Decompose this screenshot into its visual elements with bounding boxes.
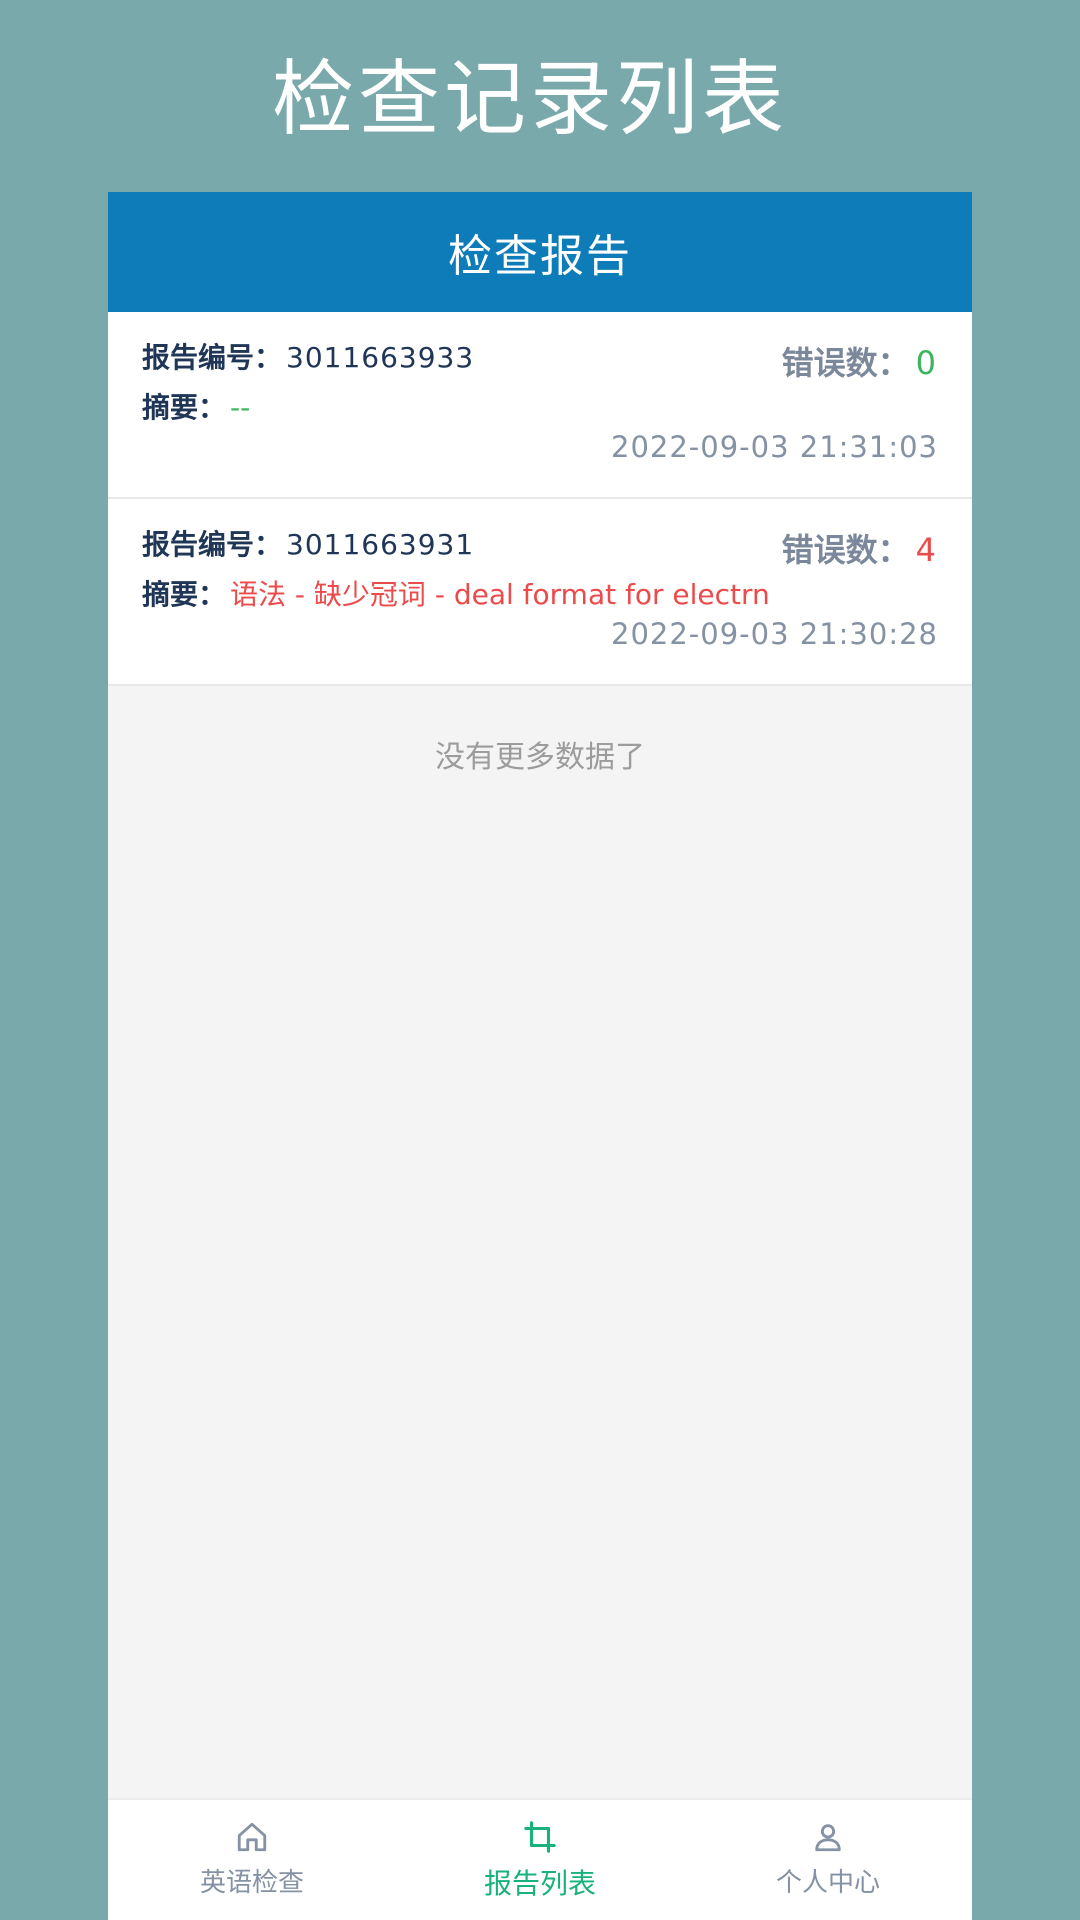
tab-personal-center[interactable]: 个人中心 — [684, 1800, 972, 1920]
report-timestamp: 2022-09-03 21:30:28 — [611, 617, 938, 651]
report-number-label: 报告编号： — [142, 341, 283, 374]
error-count-value: 0 — [915, 344, 936, 382]
tab-report-list[interactable]: 报告列表 — [396, 1800, 684, 1920]
summary-row: 摘要： 语法 - 缺少冠词 - deal format for electrn — [142, 573, 922, 613]
tab-label: 个人中心 — [775, 1868, 880, 1898]
user-icon — [815, 1824, 841, 1852]
summary-label: 摘要： — [142, 578, 227, 611]
error-count-label: 错误数： — [781, 344, 910, 382]
page-title: 检查记录列表 — [271, 52, 788, 147]
tab-english-check[interactable]: 英语检查 — [108, 1800, 396, 1920]
tab-label: 报告列表 — [483, 1867, 596, 1900]
report-number-label: 报告编号： — [142, 528, 283, 561]
summary-value: -- — [230, 391, 251, 424]
tab-bar: 英语检查 报告列表 个人中心 — [108, 1798, 972, 1920]
report-number-value: 3011663933 — [286, 341, 475, 374]
report-number-row: 报告编号： 3011663933 — [142, 336, 474, 376]
error-count: 错误数： 0 — [782, 338, 936, 384]
report-item[interactable]: 报告编号： 3011663931 错误数： 4 摘要： 语法 - 缺少冠词 - … — [108, 499, 972, 686]
summary-value: 语法 - 缺少冠词 - deal format for electrn — [230, 578, 770, 611]
report-item[interactable]: 报告编号： 3011663933 错误数： 0 摘要： -- 2022-09-0… — [108, 312, 972, 499]
summary-label: 摘要： — [142, 391, 227, 424]
list-end-text: 没有更多数据了 — [435, 740, 645, 775]
error-count: 错误数： 4 — [782, 525, 936, 571]
error-count-value: 4 — [915, 531, 936, 569]
home-icon — [237, 1822, 267, 1852]
error-count-label: 错误数： — [781, 531, 910, 569]
app-screen: 检查报告 报告编号： 3011663933 错误数： 0 摘要： -- 2022… — [108, 192, 972, 1920]
nav-bar: 检查报告 — [108, 192, 972, 312]
report-timestamp: 2022-09-03 21:31:03 — [611, 430, 938, 464]
report-number-row: 报告编号： 3011663931 — [142, 523, 474, 563]
nav-title: 检查报告 — [448, 231, 632, 282]
summary-row: 摘要： -- — [142, 386, 922, 426]
tab-label: 英语检查 — [199, 1868, 304, 1898]
report-list: 报告编号： 3011663933 错误数： 0 摘要： -- 2022-09-0… — [108, 312, 972, 686]
crop-icon — [524, 1821, 556, 1853]
report-number-value: 3011663931 — [286, 528, 475, 561]
